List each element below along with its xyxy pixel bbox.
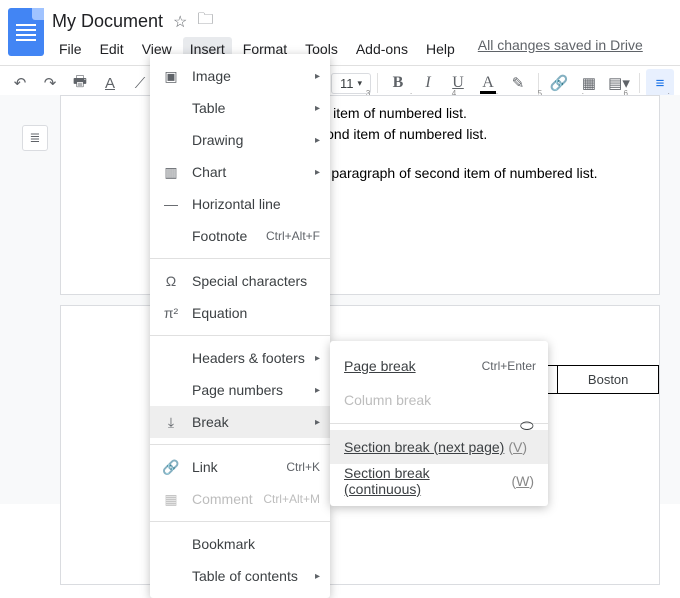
menu-bookmark[interactable]: Bookmark: [150, 528, 330, 560]
menu-addons[interactable]: Add-ons: [349, 37, 415, 61]
menu-image[interactable]: ▣Image▸: [150, 60, 330, 92]
app-header: My Document ☆ 🗀 File Edit View Insert Fo…: [0, 0, 680, 61]
menu-footnote[interactable]: FootnoteCtrl+Alt+F: [150, 220, 330, 252]
break-submenu: Page breakCtrl+Enter Column break Sectio…: [330, 341, 548, 506]
chevron-right-icon: ▸: [315, 571, 320, 582]
menu-break[interactable]: ⤓Break▸: [150, 406, 330, 438]
submenu-page-break[interactable]: Page breakCtrl+Enter: [330, 349, 548, 383]
menu-equation[interactable]: π²Equation: [150, 297, 330, 329]
star-icon[interactable]: ☆: [173, 12, 187, 32]
pi-icon: π²: [162, 305, 180, 321]
separator: [150, 335, 330, 336]
chevron-right-icon: ▸: [315, 135, 320, 146]
chart-icon: ▥: [162, 164, 180, 181]
menu-drawing[interactable]: Drawing▸: [150, 124, 330, 156]
menu-table-of-contents[interactable]: Table of contents▸: [150, 560, 330, 592]
image-icon: ▣: [162, 68, 180, 85]
menu-comment: ▦CommentCtrl+Alt+M: [150, 483, 330, 515]
chevron-right-icon: ▸: [315, 167, 320, 178]
mouse-cursor-icon: ⬭: [520, 418, 534, 436]
chevron-right-icon: ▸: [315, 417, 320, 428]
chevron-right-icon: ▸: [315, 353, 320, 364]
menu-edit[interactable]: Edit: [93, 37, 131, 61]
menu-help[interactable]: Help: [419, 37, 462, 61]
separator: [150, 444, 330, 445]
menu-link[interactable]: 🔗LinkCtrl+K: [150, 451, 330, 483]
menu-file[interactable]: File: [52, 37, 89, 61]
document-title[interactable]: My Document: [52, 11, 163, 32]
line-icon: —: [162, 196, 180, 212]
comment-icon: ▦: [162, 491, 180, 508]
menu-chart[interactable]: ▥Chart▸: [150, 156, 330, 188]
chevron-right-icon: ▸: [315, 103, 320, 114]
menu-headers-footers[interactable]: Headers & footers▸: [150, 342, 330, 374]
break-icon: ⤓: [162, 414, 180, 431]
chevron-right-icon: ▸: [315, 71, 320, 82]
separator: [330, 423, 548, 424]
submenu-column-break: Column break: [330, 383, 548, 417]
move-folder-icon[interactable]: 🗀: [197, 8, 213, 35]
outline-toggle-icon[interactable]: ≣: [22, 125, 48, 151]
menu-horizontal-line[interactable]: —Horizontal line: [150, 188, 330, 220]
redo-icon[interactable]: ↷: [36, 69, 64, 97]
menu-page-numbers[interactable]: Page numbers▸: [150, 374, 330, 406]
insert-menu-dropdown: ▣Image▸ Table▸ Drawing▸ ▥Chart▸ —Horizon…: [150, 54, 330, 598]
save-status[interactable]: All changes saved in Drive: [478, 37, 643, 61]
docs-logo-icon[interactable]: [8, 8, 44, 56]
separator: [150, 258, 330, 259]
separator: [150, 521, 330, 522]
omega-icon: Ω: [162, 273, 180, 289]
menu-special-characters[interactable]: ΩSpecial characters: [150, 265, 330, 297]
submenu-section-break-continuous[interactable]: Section break (continuous)(W): [330, 464, 548, 498]
menu-bar: File Edit View Insert Format Tools Add-o…: [52, 37, 643, 61]
undo-icon[interactable]: ↶: [6, 69, 34, 97]
menu-table[interactable]: Table▸: [150, 92, 330, 124]
list-item[interactable]: Second item of numbered list.: [302, 124, 598, 145]
list-item[interactable]: First item of numbered list.: [302, 103, 598, 124]
spellcheck-icon[interactable]: A: [96, 69, 124, 97]
chevron-right-icon: ▸: [315, 385, 320, 396]
submenu-section-break-next-page[interactable]: Section break (next page)(V): [330, 430, 548, 464]
link-icon: 🔗: [162, 459, 180, 476]
table-cell: Boston: [557, 366, 658, 394]
print-icon[interactable]: 🖶: [66, 69, 94, 97]
